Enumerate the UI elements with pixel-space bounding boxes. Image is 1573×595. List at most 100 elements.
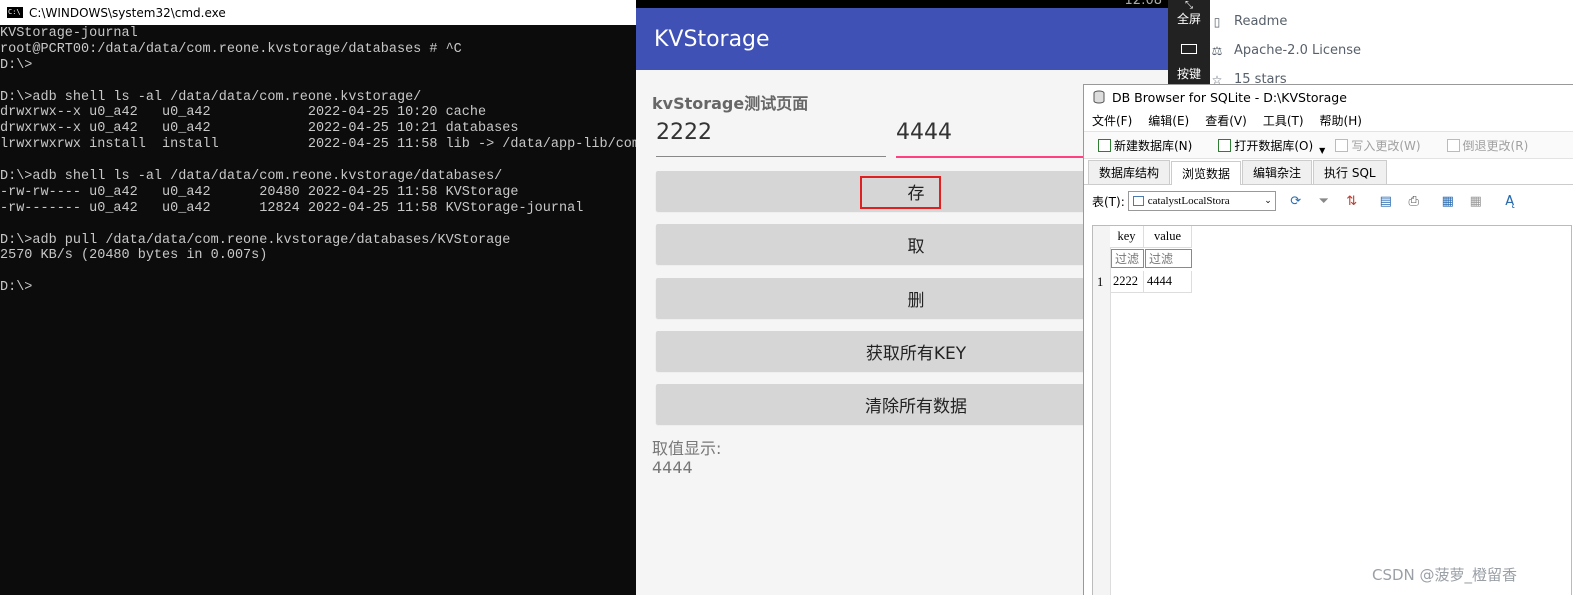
write-changes-icon bbox=[1335, 138, 1349, 152]
new-database-label: 新建数据库(N) bbox=[1114, 138, 1193, 153]
data-grid[interactable]: key value 过滤 过滤 1 2222 4444 bbox=[1092, 225, 1572, 595]
chevron-down-icon: ⌄ bbox=[1264, 196, 1272, 206]
console-line: lrwxrwxrwx install install 2022-04-25 11… bbox=[0, 137, 636, 153]
chevron-down-icon[interactable]: ▼ bbox=[1319, 146, 1325, 155]
revert-changes-button[interactable]: 倒退更改(R) bbox=[1446, 137, 1529, 154]
table-select[interactable]: catalystLocalStora ⌄ bbox=[1127, 191, 1276, 211]
fullscreen-label: 全屏 bbox=[1176, 12, 1201, 26]
app-bar: KVStorage bbox=[636, 8, 1172, 70]
table-cell-key[interactable]: 2222 bbox=[1110, 271, 1144, 293]
console-line: drwxrwx--x u0_a42 u0_a42 2022-04-25 10:2… bbox=[0, 121, 519, 137]
book-icon: ▯ bbox=[1213, 14, 1221, 29]
tab-browse-data[interactable]: 浏览数据 bbox=[1171, 161, 1242, 185]
table-cell-value[interactable]: 4444 bbox=[1144, 271, 1192, 293]
menu-file[interactable]: 文件(F) bbox=[1092, 112, 1132, 129]
column-header-value[interactable]: value bbox=[1144, 226, 1192, 248]
menu-view[interactable]: 查看(V) bbox=[1205, 112, 1247, 129]
get-all-keys-label: 获取所有KEY bbox=[865, 343, 967, 364]
app-title: KVStorage bbox=[654, 26, 770, 52]
cmd-window: C:\ C:\WINDOWS\system32\cmd.exe KVStorag… bbox=[0, 0, 636, 595]
emulator-side-toolbar: ⤡ 全屏 按键 bbox=[1168, 0, 1210, 86]
scale-icon: ⚖ bbox=[1211, 43, 1223, 58]
db-browser-title-bar[interactable]: DB Browser for SQLite - D:\KVStorage bbox=[1084, 85, 1573, 109]
license-link[interactable]: ⚖ Apache-2.0 License bbox=[1210, 43, 1361, 58]
column-header-key[interactable]: key bbox=[1110, 226, 1144, 248]
clear-all-label: 清除所有数据 bbox=[865, 396, 967, 417]
keys-button[interactable]: 按键 bbox=[1168, 44, 1210, 81]
result-value: 4444 bbox=[652, 458, 693, 477]
license-label: Apache-2.0 License bbox=[1234, 43, 1362, 58]
browse-toolbar: 表(T): catalystLocalStora ⌄ ⟳ ⏷ ⇅ ▤ ⎙ ▦ ▦… bbox=[1084, 185, 1573, 217]
db-browser-title: DB Browser for SQLite - D:\KVStorage bbox=[1112, 89, 1347, 105]
console-line: 2570 KB/s (20480 bytes in 0.007s) bbox=[0, 248, 268, 264]
delete-button-label: 删 bbox=[907, 290, 925, 311]
get-button-label: 取 bbox=[907, 236, 925, 257]
keys-label: 按键 bbox=[1176, 67, 1201, 81]
open-database-icon bbox=[1218, 138, 1232, 152]
clear-filters-icon[interactable]: ⏷ bbox=[1316, 193, 1332, 209]
menu-help[interactable]: 帮助(H) bbox=[1320, 112, 1362, 129]
db-browser-window: DB Browser for SQLite - D:\KVStorage 文件(… bbox=[1083, 84, 1573, 595]
open-database-label: 打开数据库(O) bbox=[1234, 138, 1314, 153]
highlight-box bbox=[860, 176, 941, 209]
save-table-icon[interactable]: ▤ bbox=[1378, 193, 1394, 209]
tab-bar: 数据库结构 浏览数据 编辑杂注 执行 SQL bbox=[1084, 160, 1573, 185]
row-number: 1 bbox=[1097, 274, 1104, 289]
tab-execute-sql[interactable]: 执行 SQL bbox=[1313, 160, 1387, 184]
print-icon[interactable]: ⎙ bbox=[1406, 193, 1422, 209]
watermark: CSDN @菠萝_橙留香 bbox=[1372, 566, 1518, 584]
result-label: 取值显示: bbox=[652, 439, 722, 458]
console-line: drwxrwx--x u0_a42 u0_a42 2022-04-25 10:2… bbox=[0, 105, 487, 121]
fullscreen-button[interactable]: ⤡ 全屏 bbox=[1168, 0, 1210, 26]
cmd-app-icon: C:\ bbox=[7, 7, 23, 18]
cmd-window-title: C:\WINDOWS\system32\cmd.exe bbox=[29, 5, 226, 20]
revert-changes-icon bbox=[1446, 138, 1460, 152]
console-line: D:\> bbox=[0, 57, 33, 73]
console-line: D:\>adb shell ls -al /data/data/com.reon… bbox=[0, 169, 503, 185]
delete-record-icon[interactable]: ▦ bbox=[1468, 193, 1484, 209]
open-database-button[interactable]: 打开数据库(O) bbox=[1218, 137, 1313, 154]
readme-label: Readme bbox=[1234, 14, 1288, 29]
menu-bar: 文件(F) 编辑(E) 查看(V) 工具(T) 帮助(H) bbox=[1084, 109, 1573, 131]
sort-icon[interactable]: ⇅ bbox=[1344, 193, 1360, 209]
filter-input-key[interactable]: 过滤 bbox=[1111, 249, 1144, 268]
table-icon bbox=[1132, 196, 1144, 206]
find-icon[interactable]: Ą bbox=[1502, 193, 1518, 209]
console-line: -rw-rw---- u0_a42 u0_a42 20480 2022-04-2… bbox=[0, 184, 519, 200]
tab-edit-pragmas[interactable]: 编辑杂注 bbox=[1242, 160, 1313, 184]
database-icon bbox=[1093, 90, 1105, 104]
insert-record-icon[interactable]: ▦ bbox=[1440, 193, 1456, 209]
new-database-button[interactable]: 新建数据库(N) bbox=[1098, 137, 1192, 154]
main-toolbar: 新建数据库(N) 打开数据库(O) ▼ 写入更改(W) 倒退更改(R) bbox=[1084, 131, 1573, 159]
github-about-sidebar: ▯ Readme ⚖ Apache-2.0 License ☆ 15 stars bbox=[1210, 0, 1573, 87]
menu-tools[interactable]: 工具(T) bbox=[1263, 112, 1304, 129]
tab-database-structure[interactable]: 数据库结构 bbox=[1088, 160, 1171, 184]
refresh-icon[interactable]: ⟳ bbox=[1288, 193, 1304, 209]
status-time: 12:08 bbox=[1124, 0, 1162, 8]
keyboard-icon bbox=[1181, 44, 1197, 54]
write-changes-button[interactable]: 写入更改(W) bbox=[1335, 137, 1421, 154]
console-line: D:\>adb shell ls -al /data/data/com.reon… bbox=[0, 89, 422, 105]
filter-input-value[interactable]: 过滤 bbox=[1145, 249, 1192, 268]
console-line: KVStorage-journal bbox=[0, 26, 138, 41]
key-input[interactable]: 2222 bbox=[656, 120, 886, 157]
table-select-value: catalystLocalStora bbox=[1147, 195, 1230, 207]
menu-edit[interactable]: 编辑(E) bbox=[1148, 112, 1189, 129]
console-line: root@PCRT00:/data/data/com.reone.kvstora… bbox=[0, 41, 462, 57]
new-database-icon bbox=[1098, 138, 1111, 152]
cmd-title-bar[interactable]: C:\ C:\WINDOWS\system32\cmd.exe bbox=[0, 0, 636, 25]
readme-link[interactable]: ▯ Readme bbox=[1210, 14, 1288, 29]
page-heading: kvStorage测试页面 bbox=[652, 94, 809, 113]
fullscreen-icon: ⤡ bbox=[1185, 0, 1193, 11]
console-line: D:\> bbox=[0, 280, 33, 296]
cmd-console-output[interactable]: KVStorage-journal root@PCRT00:/data/data/… bbox=[0, 25, 636, 296]
console-line: -rw------- u0_a42 u0_a42 12824 2022-04-2… bbox=[0, 200, 584, 216]
revert-changes-label: 倒退更改(R) bbox=[1462, 138, 1529, 153]
status-bar: 12:08 bbox=[636, 0, 1172, 8]
table-label: 表(T): bbox=[1092, 194, 1125, 209]
console-line: D:\>adb pull /data/data/com.reone.kvstor… bbox=[0, 232, 511, 248]
